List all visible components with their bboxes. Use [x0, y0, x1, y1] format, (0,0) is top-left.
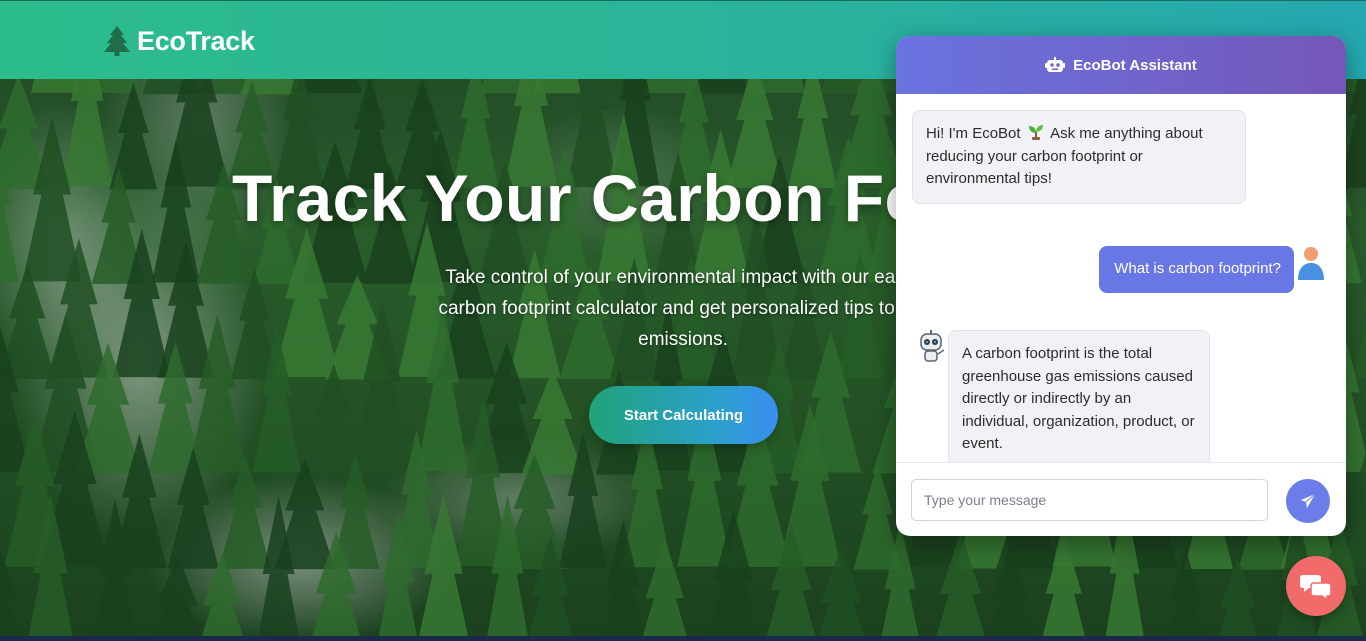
paper-plane-icon — [1301, 493, 1316, 508]
chat-footer — [896, 462, 1346, 536]
chat-message-input[interactable] — [911, 479, 1268, 521]
chat-toggle-button[interactable] — [1286, 556, 1346, 616]
chat-bubbles-icon — [1300, 575, 1332, 600]
bot-message: A carbon footprint is the total greenhou… — [948, 330, 1210, 462]
user-avatar-icon — [1298, 247, 1324, 280]
page-bottom-strip — [0, 636, 1366, 641]
bot-avatar-icon — [920, 330, 945, 362]
chat-widget: EcoBot Assistant Hi! I'm EcoBot Ask me a… — [896, 36, 1346, 536]
send-button[interactable] — [1286, 479, 1330, 523]
bot-message-text-start: Hi! I'm EcoBot — [926, 125, 1021, 142]
seedling-icon — [1028, 125, 1043, 140]
hero-subtitle-line-2: carbon footprint calculator and get pers… — [438, 298, 928, 319]
tree-icon — [104, 26, 130, 56]
user-message: What is carbon footprint? — [1099, 246, 1294, 293]
hero-subtitle-line-1: Take control of your environmental impac… — [445, 267, 921, 288]
robot-icon — [1045, 57, 1066, 72]
chat-messages[interactable]: Hi! I'm EcoBot Ask me anything about red… — [896, 94, 1346, 462]
start-calculating-button[interactable]: Start Calculating — [589, 386, 778, 444]
hero-subtitle-line-3: emissions. — [638, 329, 728, 350]
bot-message: Hi! I'm EcoBot Ask me anything about red… — [912, 110, 1246, 204]
hero-title: Track Your Carbon Fo — [232, 161, 926, 235]
brand-name: EcoTrack — [137, 25, 255, 56]
chat-title: EcoBot Assistant — [1073, 56, 1197, 74]
chat-header: EcoBot Assistant — [896, 36, 1346, 94]
brand-logo[interactable]: EcoTrack — [103, 25, 255, 57]
